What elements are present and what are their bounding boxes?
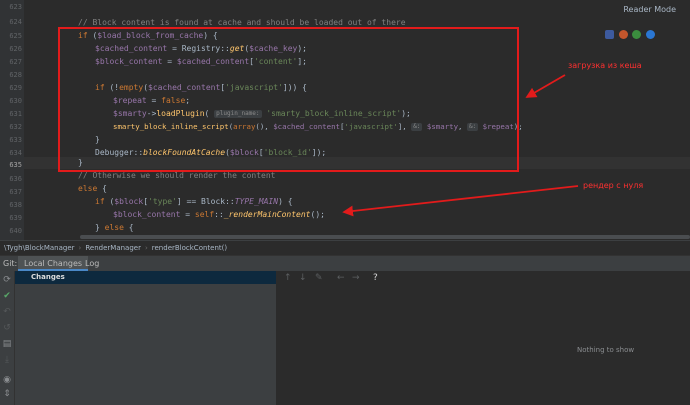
chrome-icon[interactable] <box>632 30 641 39</box>
code-line: $block_content = self::_renderMainConten… <box>113 210 325 219</box>
code-line: } else { <box>95 223 134 232</box>
tab-local-changes[interactable]: Local Changes <box>18 256 89 271</box>
code-line: else { <box>78 184 107 193</box>
refresh-icon[interactable]: ⟳ <box>2 275 12 285</box>
reader-mode-button[interactable]: Reader Mode <box>623 5 676 14</box>
diff-icon[interactable]: ↺ <box>2 323 12 333</box>
changes-tree[interactable]: Changes <box>15 271 277 405</box>
arrow-right-icon[interactable]: → <box>352 273 360 283</box>
line-number: 632 <box>9 123 22 131</box>
code-editor[interactable]: 623 624 625 626 627 628 629 630 631 632 … <box>0 0 690 240</box>
vcs-tab-bar: Git: Local Changes Log <box>0 255 690 271</box>
line-number: 623 <box>9 3 22 11</box>
diff-toolbar: ↑ ↓ ✎ ← → ? <box>277 271 690 287</box>
git-label: Git: <box>3 259 18 268</box>
arrow-to-cache-block <box>525 74 566 98</box>
line-number: 638 <box>9 201 22 209</box>
line-number: 639 <box>9 214 22 222</box>
line-number: 640 <box>9 227 22 235</box>
commit-check-icon[interactable]: ✔ <box>2 291 12 301</box>
phpstorm-icon[interactable] <box>605 30 614 39</box>
line-number: 629 <box>9 84 22 92</box>
arrow-up-icon[interactable]: ↑ <box>284 273 292 283</box>
breadcrumb-separator-icon: › <box>144 244 148 252</box>
firefox-icon[interactable] <box>619 30 628 39</box>
tab-log[interactable]: Log <box>85 256 99 271</box>
line-number: 631 <box>9 110 22 118</box>
line-number: 637 <box>9 188 22 196</box>
annotation-box <box>58 27 519 172</box>
expand-icon[interactable]: ⇕ <box>2 389 12 399</box>
breadcrumb-item[interactable]: RenderManager <box>85 244 141 252</box>
line-number: 625 <box>9 32 22 40</box>
annotation-render-label: рендер с нуля <box>583 181 644 190</box>
arrow-down-icon[interactable]: ↓ <box>299 273 307 283</box>
line-number: 626 <box>9 45 22 53</box>
breadcrumb: \Tygh\BlockManager › RenderManager › renderB… <box>0 240 690 255</box>
diff-preview-panel: ↑ ↓ ✎ ← → ? Nothing to show <box>277 271 690 405</box>
arrow-to-render-line <box>342 185 579 217</box>
line-number: 634 <box>9 149 22 157</box>
edit-icon[interactable]: ✎ <box>315 273 323 283</box>
line-number: 633 <box>9 136 22 144</box>
line-number: 627 <box>9 58 22 66</box>
eye-icon[interactable]: ◉ <box>2 375 12 385</box>
line-number-gutter: 623 624 625 626 627 628 629 630 631 632 … <box>0 0 24 240</box>
breadcrumb-separator-icon: › <box>78 244 82 252</box>
line-number: 630 <box>9 97 22 105</box>
line-number: 636 <box>9 175 22 183</box>
rollback-icon[interactable]: ↶ <box>2 307 12 317</box>
line-number: 628 <box>9 71 22 79</box>
empty-state-text: Nothing to show <box>577 346 635 354</box>
horizontal-scrollbar[interactable] <box>80 235 690 239</box>
annotation-cache-label: загрузка из кеша <box>568 61 642 70</box>
line-number-current: 635 <box>9 161 22 169</box>
vcs-side-toolbar: ⟳ ✔ ↶ ↺ ▤ ⤓ ◉ ⇕ <box>0 271 15 405</box>
edge-icon[interactable] <box>646 30 655 39</box>
code-line: if ($block['type'] == Block::TYPE_MAIN) … <box>95 197 293 206</box>
breadcrumb-item[interactable]: \Tygh\BlockManager <box>4 244 75 252</box>
help-icon[interactable]: ? <box>373 273 378 283</box>
changelist-icon[interactable]: ▤ <box>2 339 12 349</box>
shelve-icon[interactable]: ⤓ <box>2 355 12 365</box>
breadcrumb-item[interactable]: renderBlockContent() <box>152 244 227 252</box>
changes-header[interactable]: Changes <box>15 271 276 284</box>
line-number: 624 <box>9 18 22 26</box>
arrow-left-icon[interactable]: ← <box>337 273 345 283</box>
